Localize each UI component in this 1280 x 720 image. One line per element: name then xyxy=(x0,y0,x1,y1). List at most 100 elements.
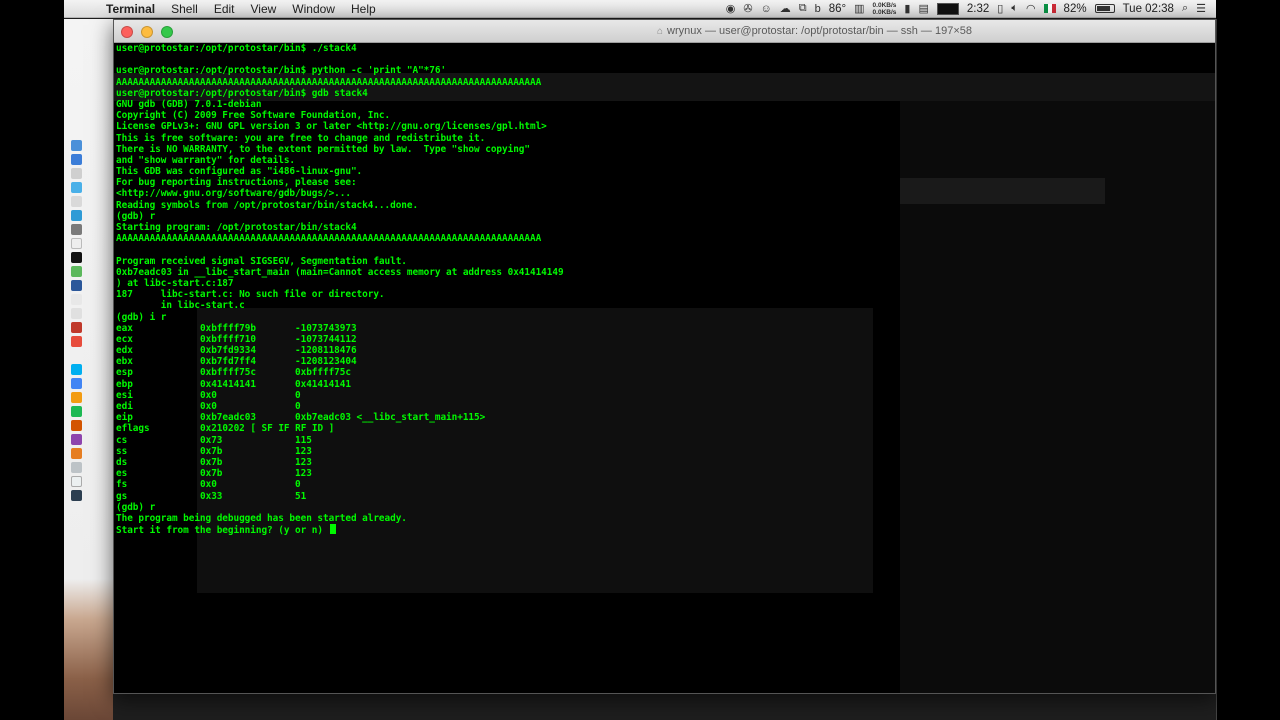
excel-dock-icon[interactable] xyxy=(70,266,82,277)
terminal-window[interactable]: ⌂ wrynux — user@protostar: /opt/protostar… xyxy=(113,19,1216,694)
register-hex: 0x210202 [ SF IF RF ID ] xyxy=(200,423,335,435)
register-value: 123 xyxy=(295,468,312,480)
menu-bar: Terminal Shell Edit View Window Help ◉ ✇… xyxy=(64,0,1216,18)
battery-percent[interactable]: 82% xyxy=(1064,3,1087,15)
register-row: fs 0x0 0 xyxy=(116,479,1215,490)
terminal-line: and "show warranty" for details. xyxy=(116,154,296,166)
register-value: -1073743973 xyxy=(295,322,357,334)
register-hex: 0x41414141 xyxy=(200,378,256,390)
register-row: es 0x7b 123 xyxy=(116,468,1215,479)
appstore-dock-icon[interactable] xyxy=(70,182,82,193)
display-icon[interactable]: ▯ xyxy=(997,2,1003,15)
preview-dock-icon[interactable] xyxy=(70,350,82,361)
temperature-readout[interactable]: 86° xyxy=(829,3,846,15)
menu-window[interactable]: Window xyxy=(284,2,343,16)
register-row: eip 0xb7eadc03 0xb7eadc03 <__libc_start_ma… xyxy=(116,412,1215,423)
safari-dock-icon[interactable] xyxy=(70,210,82,221)
register-name: ebp xyxy=(116,378,133,390)
register-name: ebx xyxy=(116,356,133,368)
memory-icon[interactable]: ▥ xyxy=(854,2,864,15)
register-value: 0xb7eadc03 <__libc_start_main+115> xyxy=(295,412,486,424)
spotify-dock-icon[interactable] xyxy=(70,406,82,417)
terminal-line: This is free software: you are free to c… xyxy=(116,132,486,144)
terminal-output[interactable]: user@protostar:/opt/protostar/bin$ ./sta… xyxy=(116,43,1215,693)
notification-center-icon[interactable]: ☰ xyxy=(1196,2,1206,15)
smile-icon[interactable]: ☺ xyxy=(761,3,772,15)
b-icon[interactable]: b xyxy=(815,3,821,15)
temp-bars-icon[interactable]: ▤ xyxy=(918,2,928,15)
record-icon[interactable]: ◉ xyxy=(726,2,736,15)
search-dock-icon[interactable] xyxy=(70,490,82,501)
register-row: esi 0x0 0 xyxy=(116,390,1215,401)
app-orange-dock-icon[interactable] xyxy=(70,392,82,403)
disk-icon[interactable]: ▮ xyxy=(904,2,910,15)
register-name: cs xyxy=(116,434,128,446)
spotlight-search-icon[interactable]: ⌕ xyxy=(1182,2,1188,15)
battery-icon[interactable] xyxy=(1094,4,1115,13)
finder-dock-icon[interactable] xyxy=(70,140,82,151)
menu-edit[interactable]: Edit xyxy=(206,2,243,16)
register-hex: 0xb7fd9334 xyxy=(200,345,256,357)
mail-dock-icon[interactable] xyxy=(70,154,82,165)
terminal-line: AAAAAAAAAAAAAAAAAAAAAAAAAAAAAAAAAAAAAAAA… xyxy=(116,233,542,245)
terminal-line: For bug reporting instructions, please s… xyxy=(116,177,357,189)
register-name: eip xyxy=(116,412,133,424)
register-hex: 0xb7fd7ff4 xyxy=(200,356,256,368)
word-dock-icon[interactable] xyxy=(70,280,82,291)
photo-dock-icon[interactable] xyxy=(70,336,82,347)
app-red-dock-icon[interactable] xyxy=(70,322,82,333)
menu-shell[interactable]: Shell xyxy=(163,2,206,16)
register-value: 0xbffff75c xyxy=(295,367,351,379)
terminal-dock-icon[interactable] xyxy=(70,252,82,263)
register-value: -1208123404 xyxy=(295,356,357,368)
desktop-edge xyxy=(1216,19,1217,720)
doc-dock-icon[interactable] xyxy=(70,294,82,305)
terminal-line: The program being debugged has been star… xyxy=(116,512,407,524)
battery-time[interactable]: 2:32 xyxy=(967,3,989,15)
network-speed[interactable]: 0.0KB/s 0.0KB/s xyxy=(873,2,897,16)
skype-dock-icon[interactable] xyxy=(70,364,82,375)
notes-dock-icon[interactable] xyxy=(70,238,82,249)
cpu-graph[interactable] xyxy=(936,2,959,15)
register-row: edi 0x0 0 xyxy=(116,401,1215,412)
title-bar[interactable]: ⌂ wrynux — user@protostar: /opt/protostar… xyxy=(114,20,1215,43)
tool-dock-icon[interactable] xyxy=(70,196,82,207)
chrome-dock-icon[interactable] xyxy=(70,378,82,389)
terminal-line: (gdb) r xyxy=(116,501,156,513)
register-value: 0 xyxy=(295,389,301,401)
doc2-dock-icon[interactable] xyxy=(70,476,82,487)
register-name: gs xyxy=(116,490,128,502)
file-dock-icon[interactable] xyxy=(70,308,82,319)
net-up: 0.0KB/s xyxy=(872,1,897,9)
terminal-line: user@protostar:/opt/protostar/bin$ ./sta… xyxy=(116,43,357,54)
menu-app-terminal[interactable]: Terminal xyxy=(98,2,163,16)
settings-dock-icon[interactable] xyxy=(70,224,82,235)
register-value: 123 xyxy=(295,445,312,457)
register-hex: 0x7b xyxy=(200,445,223,457)
terminal-line: ) at libc-start.c:187 xyxy=(116,277,234,289)
menu-help[interactable]: Help xyxy=(343,2,384,16)
windows-icon[interactable]: ⧉ xyxy=(799,2,807,15)
italian-flag-icon[interactable] xyxy=(1043,4,1056,13)
app-dock-icon[interactable] xyxy=(70,168,82,179)
register-row: eflags 0x210202 [ SF IF RF ID ] xyxy=(116,423,1215,434)
register-row: edx 0xb7fd9334 -1208118476 xyxy=(116,345,1215,356)
app-purple-dock-icon[interactable] xyxy=(70,434,82,445)
app-brown-dock-icon[interactable] xyxy=(70,420,82,431)
aperture-icon[interactable]: ✇ xyxy=(743,2,752,15)
register-row: ebp 0x41414141 0x41414141 xyxy=(116,379,1215,390)
register-value: 0x41414141 xyxy=(295,378,351,390)
menu-view[interactable]: View xyxy=(243,2,285,16)
firefox-dock-icon[interactable] xyxy=(70,448,82,459)
app-grey-dock-icon[interactable] xyxy=(70,462,82,473)
volume-icon[interactable]: 🔈︎ xyxy=(1011,2,1018,15)
register-hex: 0xb7eadc03 xyxy=(200,412,256,424)
register-value: 115 xyxy=(295,434,312,446)
wifi-icon[interactable]: ◠ xyxy=(1026,2,1036,15)
terminal-line: 0xb7eadc03 in __libc_start_main (main=Ca… xyxy=(116,266,564,278)
cloud-icon[interactable]: ☁ xyxy=(780,2,791,15)
terminal-line: in libc-start.c xyxy=(116,300,245,312)
clock[interactable]: Tue 02:38 xyxy=(1123,3,1174,15)
